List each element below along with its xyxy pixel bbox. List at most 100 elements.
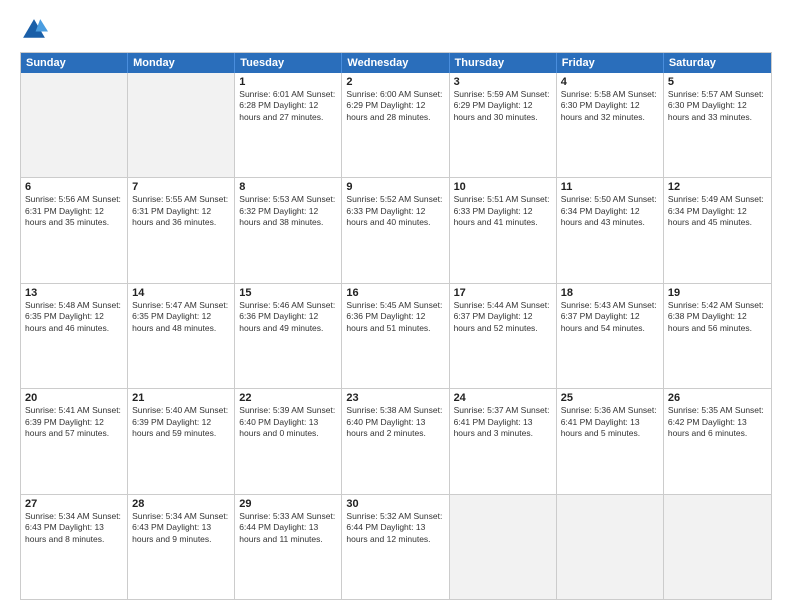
day-number: 20	[25, 392, 123, 404]
cal-cell-18: 18Sunrise: 5:43 AM Sunset: 6:37 PM Dayli…	[557, 284, 664, 388]
cal-cell-7: 7Sunrise: 5:55 AM Sunset: 6:31 PM Daylig…	[128, 178, 235, 282]
cal-cell-14: 14Sunrise: 5:47 AM Sunset: 6:35 PM Dayli…	[128, 284, 235, 388]
cal-cell-21: 21Sunrise: 5:40 AM Sunset: 6:39 PM Dayli…	[128, 389, 235, 493]
cal-cell-8: 8Sunrise: 5:53 AM Sunset: 6:32 PM Daylig…	[235, 178, 342, 282]
cal-cell-22: 22Sunrise: 5:39 AM Sunset: 6:40 PM Dayli…	[235, 389, 342, 493]
page-header	[20, 16, 772, 44]
cell-info: Sunrise: 5:56 AM Sunset: 6:31 PM Dayligh…	[25, 194, 123, 228]
cal-cell-20: 20Sunrise: 5:41 AM Sunset: 6:39 PM Dayli…	[21, 389, 128, 493]
cal-cell-27: 27Sunrise: 5:34 AM Sunset: 6:43 PM Dayli…	[21, 495, 128, 599]
cell-info: Sunrise: 5:57 AM Sunset: 6:30 PM Dayligh…	[668, 89, 767, 123]
cal-cell-6: 6Sunrise: 5:56 AM Sunset: 6:31 PM Daylig…	[21, 178, 128, 282]
cell-info: Sunrise: 6:00 AM Sunset: 6:29 PM Dayligh…	[346, 89, 444, 123]
cal-cell-10: 10Sunrise: 5:51 AM Sunset: 6:33 PM Dayli…	[450, 178, 557, 282]
cal-cell-9: 9Sunrise: 5:52 AM Sunset: 6:33 PM Daylig…	[342, 178, 449, 282]
calendar-row-3: 20Sunrise: 5:41 AM Sunset: 6:39 PM Dayli…	[21, 388, 771, 493]
cell-info: Sunrise: 5:34 AM Sunset: 6:43 PM Dayligh…	[132, 511, 230, 545]
cell-info: Sunrise: 5:35 AM Sunset: 6:42 PM Dayligh…	[668, 405, 767, 439]
day-number: 24	[454, 392, 552, 404]
calendar-row-0: 1Sunrise: 6:01 AM Sunset: 6:28 PM Daylig…	[21, 73, 771, 177]
day-number: 21	[132, 392, 230, 404]
day-number: 4	[561, 76, 659, 88]
day-number: 7	[132, 181, 230, 193]
cell-info: Sunrise: 5:43 AM Sunset: 6:37 PM Dayligh…	[561, 300, 659, 334]
calendar-row-4: 27 Sunrise: 5:34 AM Sunset: 6:43 PM Dayli…	[21, 494, 771, 599]
cal-cell-1: 1Sunrise: 6:01 AM Sunset: 6:28 PM Daylig…	[235, 73, 342, 177]
day-number: 2	[346, 76, 444, 88]
cell-info: Sunrise: 5:45 AM Sunset: 6:36 PM Dayligh…	[346, 300, 444, 334]
day-number: 8	[239, 181, 337, 193]
cal-cell-30: 30Sunrise: 5:32 AM Sunset: 6:44 PM Dayli…	[342, 495, 449, 599]
cell-info: Sunrise: 5:58 AM Sunset: 6:30 PM Dayligh…	[561, 89, 659, 123]
day-number: 27	[25, 498, 123, 510]
cal-cell-2: 2Sunrise: 6:00 AM Sunset: 6:29 PM Daylig…	[342, 73, 449, 177]
cal-cell-5: 5Sunrise: 5:57 AM Sunset: 6:30 PM Daylig…	[664, 73, 771, 177]
cal-cell-24: 24Sunrise: 5:37 AM Sunset: 6:41 PM Dayli…	[450, 389, 557, 493]
day-number: 3	[454, 76, 552, 88]
day-number: 15	[239, 287, 337, 299]
cell-info: Sunrise: 5:37 AM Sunset: 6:41 PM Dayligh…	[454, 405, 552, 439]
header-day-wednesday: Wednesday	[342, 53, 449, 73]
cal-cell-3: 3Sunrise: 5:59 AM Sunset: 6:29 PM Daylig…	[450, 73, 557, 177]
cell-info: Sunrise: 5:40 AM Sunset: 6:39 PM Dayligh…	[132, 405, 230, 439]
day-number: 25	[561, 392, 659, 404]
cell-info: Sunrise: 5:51 AM Sunset: 6:33 PM Dayligh…	[454, 194, 552, 228]
header-day-sunday: Sunday	[21, 53, 128, 73]
cell-info: Sunrise: 5:46 AM Sunset: 6:36 PM Dayligh…	[239, 300, 337, 334]
cal-cell-16: 16Sunrise: 5:45 AM Sunset: 6:36 PM Dayli…	[342, 284, 449, 388]
cal-cell-empty-4-5	[557, 495, 664, 599]
logo	[20, 16, 54, 44]
cal-cell-empty-0-0	[21, 73, 128, 177]
calendar-header: SundayMondayTuesdayWednesdayThursdayFrid…	[21, 53, 771, 73]
header-day-thursday: Thursday	[450, 53, 557, 73]
calendar-row-1: 6Sunrise: 5:56 AM Sunset: 6:31 PM Daylig…	[21, 177, 771, 282]
cal-cell-empty-0-1	[128, 73, 235, 177]
cal-cell-29: 29Sunrise: 5:33 AM Sunset: 6:44 PM Dayli…	[235, 495, 342, 599]
cell-info: Sunrise: 5:32 AM Sunset: 6:44 PM Dayligh…	[346, 511, 444, 545]
calendar-body: 1Sunrise: 6:01 AM Sunset: 6:28 PM Daylig…	[21, 73, 771, 599]
cal-cell-empty-4-6	[664, 495, 771, 599]
day-number: 9	[346, 181, 444, 193]
day-number: 18	[561, 287, 659, 299]
cal-cell-13: 13Sunrise: 5:48 AM Sunset: 6:35 PM Dayli…	[21, 284, 128, 388]
day-number: 11	[561, 181, 659, 193]
cal-cell-4: 4Sunrise: 5:58 AM Sunset: 6:30 PM Daylig…	[557, 73, 664, 177]
cal-cell-17: 17Sunrise: 5:44 AM Sunset: 6:37 PM Dayli…	[450, 284, 557, 388]
cal-cell-23: 23Sunrise: 5:38 AM Sunset: 6:40 PM Dayli…	[342, 389, 449, 493]
day-number: 16	[346, 287, 444, 299]
cell-info: Sunrise: 5:49 AM Sunset: 6:34 PM Dayligh…	[668, 194, 767, 228]
day-number: 6	[25, 181, 123, 193]
cal-cell-empty-4-4	[450, 495, 557, 599]
cal-cell-25: 25Sunrise: 5:36 AM Sunset: 6:41 PM Dayli…	[557, 389, 664, 493]
cell-info: Sunrise: 5:50 AM Sunset: 6:34 PM Dayligh…	[561, 194, 659, 228]
day-number: 12	[668, 181, 767, 193]
cell-info: Sunrise: 5:52 AM Sunset: 6:33 PM Dayligh…	[346, 194, 444, 228]
calendar: SundayMondayTuesdayWednesdayThursdayFrid…	[20, 52, 772, 600]
cell-info: Sunrise: 5:55 AM Sunset: 6:31 PM Dayligh…	[132, 194, 230, 228]
day-number: 19	[668, 287, 767, 299]
cell-info: Sunrise: 5:59 AM Sunset: 6:29 PM Dayligh…	[454, 89, 552, 123]
day-number: 28	[132, 498, 230, 510]
day-number: 26	[668, 392, 767, 404]
cal-cell-19: 19Sunrise: 5:42 AM Sunset: 6:38 PM Dayli…	[664, 284, 771, 388]
day-number: 29	[239, 498, 337, 510]
day-number: 13	[25, 287, 123, 299]
cell-info: Sunrise: 5:47 AM Sunset: 6:35 PM Dayligh…	[132, 300, 230, 334]
header-day-monday: Monday	[128, 53, 235, 73]
cell-info: Sunrise: 5:53 AM Sunset: 6:32 PM Dayligh…	[239, 194, 337, 228]
day-number: 30	[346, 498, 444, 510]
cell-info: Sunrise: 6:01 AM Sunset: 6:28 PM Dayligh…	[239, 89, 337, 123]
day-number: 5	[668, 76, 767, 88]
logo-icon	[20, 16, 48, 44]
cell-info: Sunrise: 5:36 AM Sunset: 6:41 PM Dayligh…	[561, 405, 659, 439]
cal-cell-11: 11Sunrise: 5:50 AM Sunset: 6:34 PM Dayli…	[557, 178, 664, 282]
cell-info: Sunrise: 5:33 AM Sunset: 6:44 PM Dayligh…	[239, 511, 337, 545]
cell-info: Sunrise: 5:48 AM Sunset: 6:35 PM Dayligh…	[25, 300, 123, 334]
day-number: 14	[132, 287, 230, 299]
header-day-saturday: Saturday	[664, 53, 771, 73]
day-number: 17	[454, 287, 552, 299]
cal-cell-15: 15Sunrise: 5:46 AM Sunset: 6:36 PM Dayli…	[235, 284, 342, 388]
day-number: 23	[346, 392, 444, 404]
day-number: 1	[239, 76, 337, 88]
cell-info: Sunrise: 5:41 AM Sunset: 6:39 PM Dayligh…	[25, 405, 123, 439]
